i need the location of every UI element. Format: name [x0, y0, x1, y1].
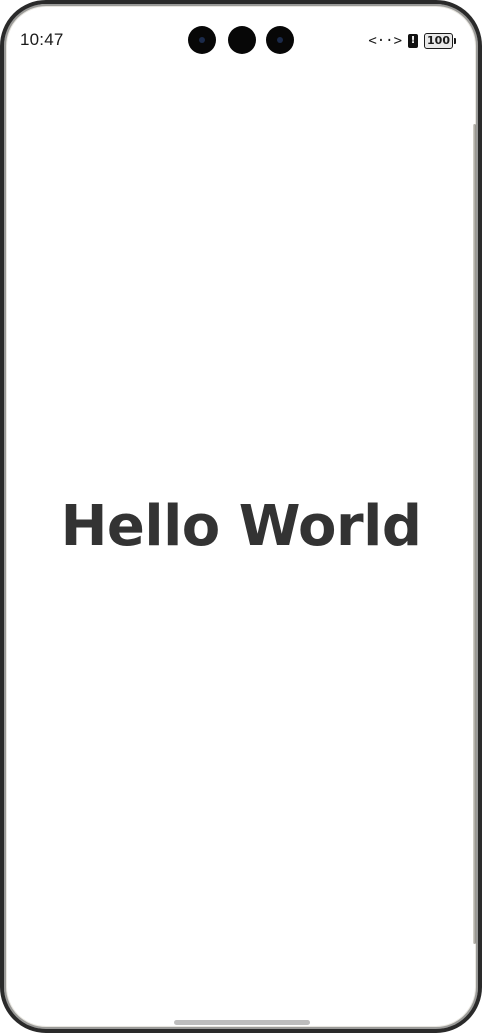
- front-camera-icon: [266, 26, 294, 54]
- battery-tip: [454, 38, 456, 44]
- status-bar: 10:47 <··> ! 100: [4, 4, 478, 74]
- data-transfer-icon: <··>: [368, 33, 403, 49]
- status-time: 10:47: [20, 30, 64, 49]
- phone-screen: 10:47 <··> ! 100 Hello World: [0, 0, 482, 1033]
- status-indicators: <··> ! 100: [368, 32, 456, 50]
- front-sensor-icon: [228, 26, 256, 54]
- home-indicator[interactable]: [174, 1020, 310, 1025]
- hello-world-text: Hello World: [60, 494, 422, 559]
- camera-cutout: [188, 26, 298, 56]
- front-camera-icon: [188, 26, 216, 54]
- battery-icon: 100: [424, 33, 453, 49]
- alert-icon: !: [408, 34, 419, 48]
